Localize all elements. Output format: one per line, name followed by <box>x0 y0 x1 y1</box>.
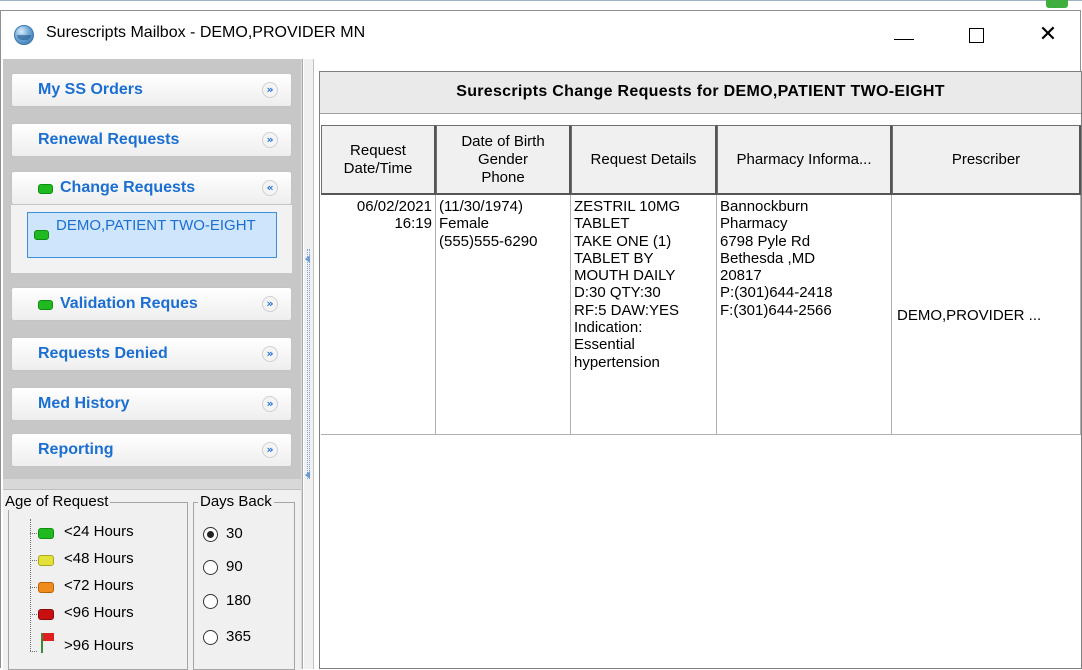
days-back-180-radio[interactable] <box>203 594 218 609</box>
view-header: Surescripts Change Requests for DEMO,PAT… <box>320 72 1081 114</box>
splitter-grip[interactable] <box>307 249 310 479</box>
age-label: <96 Hours <box>64 604 134 621</box>
green-indicator-icon <box>38 300 53 310</box>
orange-pill-icon <box>38 582 54 593</box>
radio-label[interactable]: 90 <box>226 558 243 575</box>
column-header-dob-gender-phone[interactable]: Date of Birth Gender Phone <box>436 125 571 195</box>
column-header-request-details[interactable]: Request Details <box>571 125 717 195</box>
tree-connector <box>30 519 31 651</box>
cell-request-details[interactable]: ZESTRIL 10MG TABLET TAKE ONE (1) TABLET … <box>571 195 717 435</box>
column-header-request-datetime[interactable]: Request Date/Time <box>321 125 436 195</box>
age-label: >96 Hours <box>64 637 134 654</box>
close-icon: ✕ <box>1038 22 1058 47</box>
close-button[interactable]: ✕ <box>1024 11 1072 59</box>
top-strip <box>0 0 1082 10</box>
radio-label[interactable]: 365 <box>226 628 251 645</box>
expand-chevron-icon[interactable]: » <box>262 296 278 312</box>
nav-label: Requests Denied <box>38 345 168 362</box>
expand-chevron-icon[interactable]: » <box>262 82 278 98</box>
tree-branch <box>30 560 37 561</box>
days-back-title: Days Back <box>198 493 274 510</box>
nav-validation-requests[interactable]: Validation Reques » <box>11 287 292 321</box>
legend-panel: Age of Request <24 Hours <48 Hours <72 H… <box>3 489 301 670</box>
background-app-indicator <box>1046 0 1068 8</box>
minimize-icon <box>894 38 914 40</box>
maximize-icon <box>968 27 984 43</box>
radio-label[interactable]: 30 <box>226 525 243 542</box>
cell-prescriber[interactable]: DEMO,PROVIDER ... <box>892 195 1081 435</box>
age-label: <48 Hours <box>64 550 134 567</box>
column-header-pharmacy-information[interactable]: Pharmacy Informa... <box>717 125 892 195</box>
red-pill-icon <box>38 609 54 620</box>
age-of-request-title: Age of Request <box>3 493 111 510</box>
nav-med-history[interactable]: Med History » <box>11 387 292 421</box>
nav-label: Reporting <box>38 441 114 458</box>
surescripts-mailbox-window: Surescripts Mailbox - DEMO,PROVIDER MN ✕… <box>0 10 1082 670</box>
cell-dob-gender-phone[interactable]: (11/30/1974) Female (555)555-6290 <box>436 195 571 435</box>
tree-branch <box>30 587 37 588</box>
nav-renewal-requests[interactable]: Renewal Requests » <box>11 123 292 157</box>
age-label: <24 Hours <box>64 523 134 540</box>
nav-label: Validation Reques <box>60 295 198 312</box>
age-label: <72 Hours <box>64 577 134 594</box>
expand-chevron-icon[interactable]: » <box>262 132 278 148</box>
cell-request-datetime[interactable]: 06/02/2021 16:19 <box>321 195 436 435</box>
sidebar: My SS Orders » Renewal Requests » Change… <box>3 59 303 670</box>
expand-chevron-icon[interactable]: » <box>262 442 278 458</box>
view-title: Surescripts Change Requests for DEMO,PAT… <box>456 83 945 100</box>
days-back-90-radio[interactable] <box>203 560 218 575</box>
maximize-button[interactable] <box>952 11 1000 59</box>
days-back-365-radio[interactable] <box>203 630 218 645</box>
expand-chevron-icon[interactable]: » <box>262 346 278 362</box>
age-of-request-group: Age of Request <24 Hours <48 Hours <72 H… <box>3 493 188 670</box>
nav-label: My SS Orders <box>38 81 143 98</box>
tree-branch <box>30 614 37 615</box>
green-indicator-icon <box>38 184 53 194</box>
radio-label[interactable]: 180 <box>226 592 251 609</box>
nav-my-ss-orders[interactable]: My SS Orders » <box>11 73 292 107</box>
column-header-prescriber[interactable]: Prescriber <box>892 125 1081 195</box>
yellow-pill-icon <box>38 555 54 566</box>
green-indicator-icon <box>34 230 49 240</box>
green-pill-icon <box>38 528 54 539</box>
minimize-button[interactable] <box>880 11 928 59</box>
tree-branch <box>30 533 37 534</box>
patient-name: DEMO,PATIENT TWO-EIGHT <box>56 217 256 234</box>
app-globe-icon <box>14 25 34 45</box>
window-title: Surescripts Mailbox - DEMO,PROVIDER MN <box>46 24 366 41</box>
change-requests-view: Surescripts Change Requests for DEMO,PAT… <box>319 71 1082 669</box>
nav-requests-denied[interactable]: Requests Denied » <box>11 337 292 371</box>
cell-pharmacy-information[interactable]: Bannockburn Pharmacy 6798 Pyle Rd Bethes… <box>717 195 892 435</box>
nav-change-requests[interactable]: Change Requests « <box>11 171 292 205</box>
collapse-chevron-icon[interactable]: « <box>262 180 278 196</box>
days-back-30-radio[interactable] <box>203 527 218 542</box>
expand-chevron-icon[interactable]: » <box>262 396 278 412</box>
nav-label: Renewal Requests <box>38 131 180 148</box>
tree-branch <box>30 651 37 652</box>
pane-splitter[interactable] <box>304 59 314 669</box>
top-divider <box>0 0 1082 1</box>
title-bar[interactable]: Surescripts Mailbox - DEMO,PROVIDER MN ✕ <box>1 11 1080 59</box>
red-flag-cloth <box>43 633 54 641</box>
nav-label: Change Requests <box>60 179 196 196</box>
splitter-arrow-icon[interactable] <box>305 471 310 479</box>
change-request-patient-item[interactable]: DEMO,PATIENT TWO-EIGHT <box>27 212 277 258</box>
nav-pane: My SS Orders » Renewal Requests » Change… <box>3 59 301 479</box>
nav-reporting[interactable]: Reporting » <box>11 433 292 467</box>
nav-label: Med History <box>38 395 130 412</box>
